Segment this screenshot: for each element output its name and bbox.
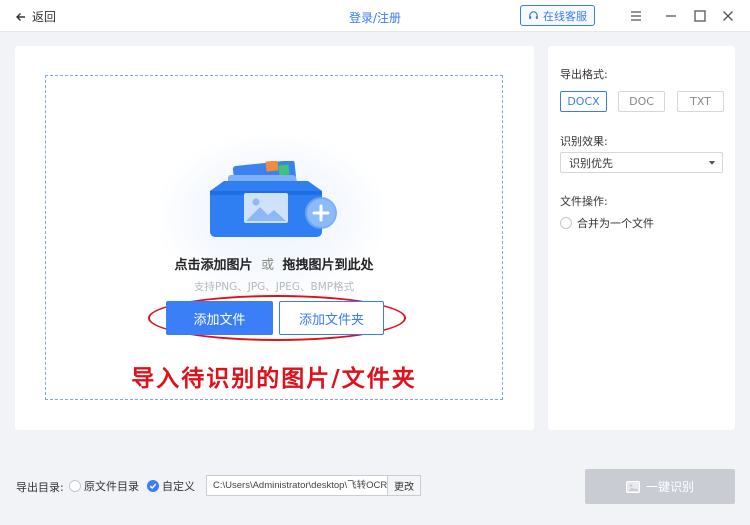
login-register-link[interactable]: 登录/注册 [349,11,401,25]
export-format-label: 导出格式: [560,68,608,81]
title-bar: 返回 登录/注册 在线客服 [0,0,750,32]
check-icon [149,483,157,489]
format-doc-button[interactable]: DOC [618,91,665,112]
annotation-text: 导入待识别的图片/文件夹 [131,366,417,392]
export-path-input[interactable]: C:\Users\Administrator\desktop\飞转OCR文 [206,475,388,496]
back-label: 返回 [32,10,57,24]
add-file-button[interactable]: 添加文件 [166,301,273,335]
effect-select[interactable]: 识别优先 [560,152,723,173]
online-service-button[interactable]: 在线客服 [520,5,595,26]
merge-option[interactable]: 合并为一个文件 [560,215,654,231]
add-folder-button[interactable]: 添加文件夹 [279,301,384,335]
supported-formats: 支持PNG、JPG、JPEG、BMP格式 [193,281,355,293]
effect-select-value: 识别优先 [569,156,613,170]
arrow-left-icon [16,12,25,21]
headset-icon [529,11,538,20]
menu-icon[interactable] [628,8,644,24]
effect-label: 识别效果: [560,135,608,148]
maximize-icon[interactable] [692,8,708,24]
custom-dir-radio[interactable] [147,480,159,492]
recognize-button[interactable]: 一键识别 [585,469,735,504]
hint-drag-text: 拖拽图片到此处 [282,258,374,273]
scan-icon [625,480,640,493]
format-docx-button[interactable]: DOCX [560,91,607,112]
minimize-icon[interactable] [663,8,679,24]
close-icon[interactable] [720,8,736,24]
drop-zone[interactable]: 点击添加图片 或 拖拽图片到此处 支持PNG、JPG、JPEG、BMP格式 添加… [45,75,503,400]
option-original-dir[interactable]: 原文件目录 [69,478,139,494]
image-folder-add-icon [210,161,337,237]
merge-label: 合并为一个文件 [577,217,654,230]
chevron-down-icon [709,161,715,165]
custom-dir-label: 自定义 [162,480,195,493]
original-dir-radio[interactable] [69,480,81,492]
recognize-label: 一键识别 [645,480,694,494]
hint-or-text: 或 [260,258,274,273]
option-custom-dir[interactable]: 自定义 [147,478,195,494]
merge-radio[interactable] [560,217,572,229]
original-dir-label: 原文件目录 [84,480,139,493]
back-button[interactable]: 返回 [16,8,56,25]
hint-add-text: 点击添加图片 [174,258,253,273]
format-txt-button[interactable]: TXT [677,91,724,112]
online-service-label: 在线客服 [543,9,587,23]
file-operation-label: 文件操作: [560,195,608,208]
upload-panel: 点击添加图片 或 拖拽图片到此处 支持PNG、JPG、JPEG、BMP格式 添加… [15,46,534,430]
export-dir-label: 导出目录: [16,481,64,494]
change-path-button[interactable]: 更改 [387,475,421,496]
settings-panel: 导出格式: DOCX DOC TXT 识别效果: 识别优先 文件操作: 合并为一… [548,46,735,430]
upload-hint: 点击添加图片 或 拖拽图片到此处 [46,254,502,273]
